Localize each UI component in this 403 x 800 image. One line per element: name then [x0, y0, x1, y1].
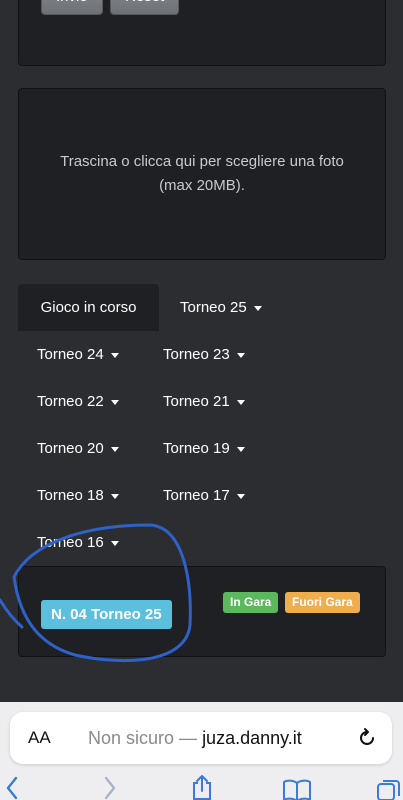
caret-down-icon [110, 540, 119, 546]
in-gara-badge: In Gara [223, 592, 279, 613]
caret-down-icon [236, 493, 245, 499]
tab-label: Torneo 17 [163, 487, 230, 504]
tab-torneo-16[interactable]: Torneo 16 [37, 523, 119, 563]
tab-torneo-20[interactable]: Torneo 20 [37, 429, 119, 469]
reader-settings-button[interactable]: AA [28, 712, 51, 764]
entry-badge[interactable]: N. 04 Torneo 25 [41, 600, 172, 629]
tab-torneo-19[interactable]: Torneo 19 [163, 429, 245, 469]
caret-down-icon [236, 446, 245, 452]
caret-down-icon [110, 399, 119, 405]
tab-torneo-25[interactable]: Torneo 25 [180, 288, 262, 328]
tab-label: Torneo 25 [180, 299, 247, 316]
back-icon[interactable] [4, 776, 20, 800]
browser-toolbar: AA Non sicuro — juza.danny.it [0, 702, 403, 800]
submit-button[interactable]: Invio [41, 0, 103, 15]
reset-button[interactable]: Reset [110, 0, 180, 15]
fuori-gara-badge: Fuori Gara [285, 592, 360, 613]
dropzone-text: Trascina o clicca qui per scegliere una … [60, 153, 344, 194]
tab-torneo-23[interactable]: Torneo 23 [163, 335, 245, 375]
bookmarks-icon[interactable] [282, 778, 312, 800]
tab-label: Torneo 18 [37, 487, 104, 504]
caret-down-icon [110, 352, 119, 358]
url-host: juza.danny.it [202, 728, 302, 748]
caret-down-icon [236, 352, 245, 358]
tab-label: Torneo 16 [37, 534, 104, 551]
caret-down-icon [110, 446, 119, 452]
security-warning: Non sicuro — [88, 728, 198, 748]
tab-label: Torneo 21 [163, 393, 230, 410]
tab-content-panel: N. 04 Torneo 25 In Gara Fuori Gara [18, 566, 386, 657]
tab-label: Gioco in corso [40, 299, 137, 316]
reload-icon[interactable] [356, 727, 378, 749]
tab-label: Torneo 24 [37, 346, 104, 363]
photo-dropzone[interactable]: Trascina o clicca qui per scegliere una … [18, 88, 386, 260]
tab-torneo-22[interactable]: Torneo 22 [37, 382, 119, 422]
caret-down-icon [236, 399, 245, 405]
address-bar[interactable]: AA Non sicuro — juza.danny.it [10, 712, 392, 764]
tab-gioco-in-corso[interactable]: Gioco in corso [18, 284, 159, 331]
tab-torneo-18[interactable]: Torneo 18 [37, 476, 119, 516]
tab-label: Torneo 20 [37, 440, 104, 457]
forward-icon[interactable] [102, 776, 118, 800]
share-icon[interactable] [190, 774, 214, 800]
tab-label: Torneo 23 [163, 346, 230, 363]
tab-label: Torneo 22 [37, 393, 104, 410]
url-display[interactable]: Non sicuro — juza.danny.it [88, 712, 302, 764]
tab-label: Torneo 19 [163, 440, 230, 457]
tabs-icon[interactable] [376, 778, 403, 800]
caret-down-icon [110, 493, 119, 499]
form-panel: Invio Reset [18, 0, 386, 66]
tab-torneo-21[interactable]: Torneo 21 [163, 382, 245, 422]
tab-torneo-24[interactable]: Torneo 24 [37, 335, 119, 375]
caret-down-icon [253, 305, 262, 311]
tab-torneo-17[interactable]: Torneo 17 [163, 476, 245, 516]
